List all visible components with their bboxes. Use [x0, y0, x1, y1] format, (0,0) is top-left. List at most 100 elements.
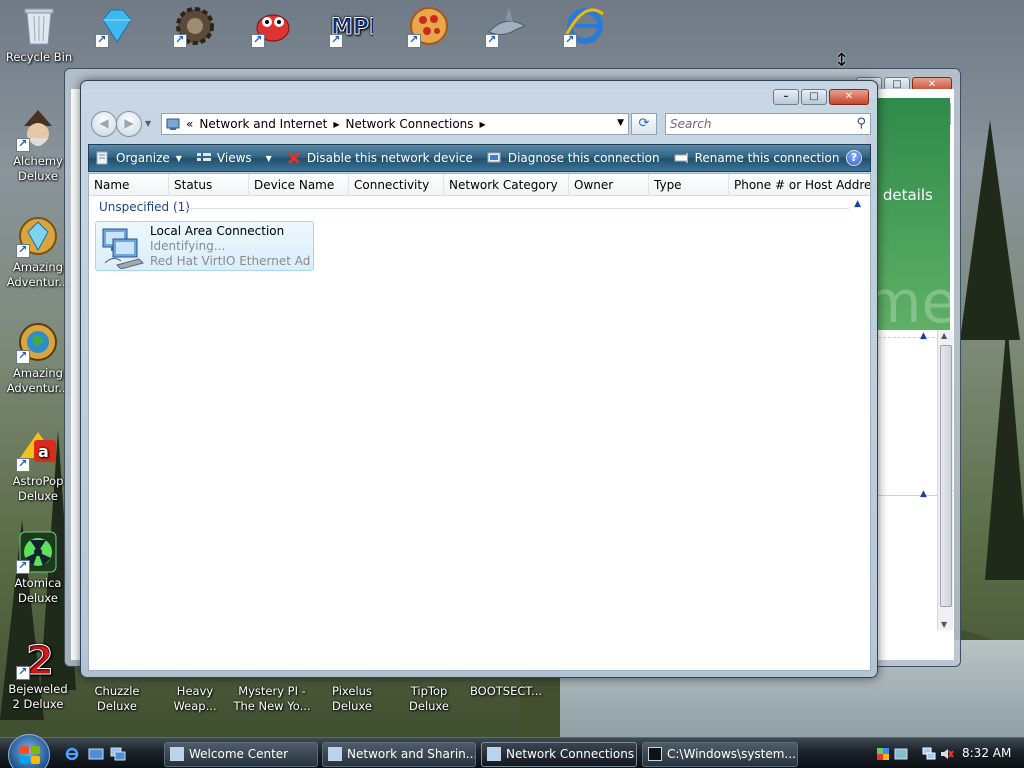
desktop-icon-shark[interactable] [472, 4, 542, 50]
collapse-chevron-icon[interactable]: ▲ [920, 331, 927, 341]
column-header-connectivity[interactable]: Connectivity [349, 174, 444, 196]
desktop-icon-gear[interactable] [160, 4, 230, 50]
views-label: Views [216, 151, 252, 165]
desktop-icon-pizza[interactable] [394, 4, 464, 50]
taskbar-button-network-connections[interactable]: Network Connections [481, 742, 637, 767]
breadcrumb-separator-icon[interactable]: ▶ [333, 120, 339, 129]
desktop-icon-astropop[interactable]: a AstroPop Deluxe [3, 428, 73, 504]
column-header-type[interactable]: Type [649, 174, 729, 196]
tray-network-icon[interactable] [922, 747, 936, 761]
desktop-icon-atomica[interactable]: Atomica Deluxe [3, 530, 73, 606]
desktop-icon-label: Amazing Adventur... [6, 366, 70, 395]
internet-explorer-icon [563, 4, 607, 48]
taskbar-button-welcome-center[interactable]: Welcome Center [164, 742, 318, 767]
start-button[interactable] [8, 734, 50, 768]
desktop-icon-bejeweled-2[interactable]: 2 Bejeweled 2 Deluxe [3, 636, 73, 712]
column-header-owner[interactable]: Owner [569, 174, 649, 196]
scroll-down-icon[interactable]: ▼ [941, 620, 947, 629]
breadcrumb-separator-icon[interactable]: ▶ [480, 120, 486, 129]
windows-logo-icon [20, 746, 40, 764]
help-icon[interactable]: ? [846, 150, 862, 166]
quicklaunch-switch-windows-icon[interactable] [110, 746, 126, 762]
back-button[interactable]: ◀ [91, 111, 117, 137]
taskbar-button-command-prompt[interactable]: C:\Windows\system... [642, 742, 798, 767]
search-icon[interactable]: ⚲ [856, 116, 866, 131]
collapse-chevron-icon[interactable]: ▲ [920, 489, 927, 499]
desktop-icon-internet-explorer[interactable] [550, 4, 620, 50]
rename-connection-button[interactable]: Rename this connection [674, 151, 839, 165]
scrollbar-thumb[interactable] [940, 345, 952, 607]
back-arrow-icon: ◀ [99, 116, 109, 130]
column-header-device-name[interactable]: Device Name [249, 174, 349, 196]
desktop-icon-mystery-pi[interactable]: Mystery PI - The New Yo... [230, 684, 314, 714]
network-connections-window[interactable]: – □ ✕ ◀ ▶ ▼ « Network and Internet ▶ Net… [80, 80, 878, 678]
scroll-up-icon[interactable]: ▲ [941, 331, 947, 340]
column-header-status[interactable]: Status [169, 174, 249, 196]
shortcut-arrow-icon [16, 242, 30, 258]
quicklaunch-internet-explorer-icon[interactable] [64, 746, 80, 762]
connection-name: Local Area Connection [150, 224, 285, 238]
taskbar-button-network-sharing[interactable]: Network and Sharin... [322, 742, 476, 767]
network-connections-icon [487, 747, 501, 761]
desktop-icon-bug[interactable] [238, 4, 308, 50]
group-header-unspecified[interactable]: Unspecified (1) ▲ [99, 199, 865, 216]
recent-pages-dropdown[interactable]: ▼ [145, 119, 151, 128]
disable-network-device-button[interactable]: Disable this network device [286, 151, 473, 165]
back-window-scrollbar[interactable]: ▲ ▼ [937, 330, 953, 630]
search-box[interactable]: ⚲ [665, 113, 871, 135]
diamond-game-icon [95, 4, 139, 48]
desktop-icon-amazing-adventures-1[interactable]: Amazing Adventur... [3, 214, 73, 290]
desktop-icon-pixelus[interactable]: Pixelus Deluxe [312, 684, 392, 714]
mpi-game-icon: MPI [329, 4, 378, 48]
desktop-icon-tiptop[interactable]: TipTop Deluxe [394, 684, 464, 714]
desktop-icon-bootsect[interactable]: BOOTSECT... [466, 684, 546, 699]
rename-icon [674, 151, 690, 165]
desktop-icon-label: Mystery PI - The New Yo... [233, 684, 311, 713]
diagnose-connection-button[interactable]: Diagnose this connection [487, 151, 660, 165]
task-label: C:\Windows\system... [667, 747, 796, 761]
quicklaunch-show-desktop-icon[interactable] [88, 746, 104, 762]
shortcut-arrow-icon [485, 32, 499, 48]
desktop-icon-label: AstroPop Deluxe [12, 474, 64, 503]
globe-compass-icon [16, 320, 60, 364]
list-item-local-area-connection[interactable]: Local Area Connection Identifying... Red… [95, 221, 314, 271]
organize-button[interactable]: Organize ▼ [95, 151, 182, 165]
refresh-button[interactable]: ⟳ [631, 113, 657, 135]
minimize-button[interactable]: – [773, 89, 799, 105]
desktop-icon-label: Heavy Weap... [173, 684, 217, 713]
task-label: Network and Sharin... [347, 747, 476, 761]
column-header-name[interactable]: Name [89, 174, 169, 196]
views-button[interactable]: Views ▼ [196, 151, 272, 165]
desktop-icon-amazing-adventures-2[interactable]: Amazing Adventur... [3, 320, 73, 396]
connections-list[interactable]: Name Status Device Name Connectivity Net… [88, 173, 871, 671]
shortcut-arrow-icon [563, 32, 577, 48]
search-input[interactable] [666, 114, 846, 134]
tray-security-icon[interactable] [876, 747, 890, 761]
address-overflow[interactable]: « [186, 117, 193, 131]
address-bar[interactable]: « Network and Internet ▶ Network Connect… [161, 113, 629, 135]
column-header-phone-host-address[interactable]: Phone # or Host Addre... [729, 174, 870, 196]
maximize-button[interactable]: □ [801, 89, 827, 105]
desktop-icon-chuzzle[interactable]: Chuzzle Deluxe [82, 684, 152, 714]
address-dropdown-icon[interactable]: ▼ [617, 118, 624, 128]
close-button[interactable]: ✕ [829, 89, 869, 105]
desktop-icon-label: Pixelus Deluxe [332, 684, 372, 713]
breadcrumb-network-connections[interactable]: Network Connections [345, 117, 473, 131]
shark-game-icon [485, 4, 529, 48]
connection-status: Identifying... [150, 239, 226, 253]
desktop-icon-alchemy[interactable]: Alchemy Deluxe [3, 108, 73, 184]
clock[interactable]: 8:32 AM [962, 746, 1011, 760]
desktop-icon-mpi[interactable]: MPI [316, 4, 386, 50]
collapse-chevron-icon[interactable]: ▲ [854, 199, 861, 209]
tray-windows-update-icon[interactable] [894, 747, 908, 761]
pizza-game-icon [407, 4, 451, 48]
forward-button[interactable]: ▶ [116, 111, 142, 137]
desktop-icon-diamond[interactable] [82, 4, 152, 50]
desktop-icon-recycle-bin[interactable]: Recycle Bin [4, 4, 74, 65]
tray-volume-muted-icon[interactable] [940, 747, 954, 761]
desktop-icon-heavy-weapon[interactable]: Heavy Weap... [160, 684, 230, 714]
network-folder-icon [166, 118, 180, 130]
chevron-down-icon: ▼ [175, 153, 182, 163]
breadcrumb-network-and-internet[interactable]: Network and Internet [199, 117, 327, 131]
column-header-network-category[interactable]: Network Category [444, 174, 569, 196]
